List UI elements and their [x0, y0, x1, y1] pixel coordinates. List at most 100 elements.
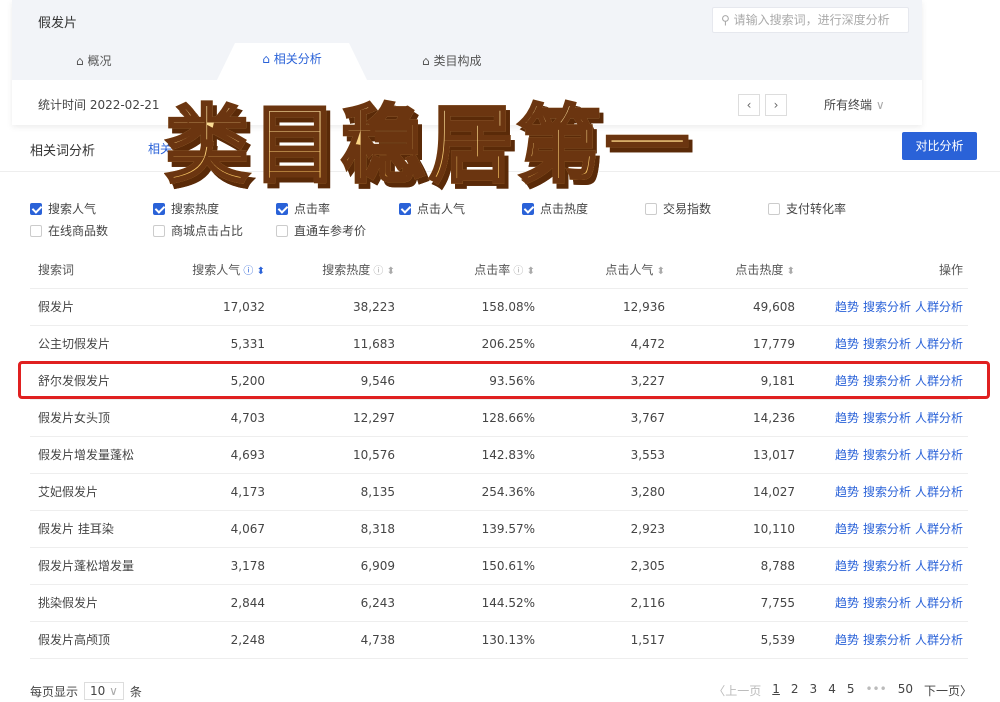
column-header[interactable]: 点击热度 ⬍	[665, 252, 795, 289]
action-link-search-analysis[interactable]: 搜索分析	[863, 374, 911, 388]
action-link-crowd-analysis[interactable]: 人群分析	[915, 522, 963, 536]
action-link-trend[interactable]: 趋势	[835, 374, 859, 388]
prev-page-button[interactable]: 〈上一页	[713, 682, 761, 699]
action-link-search-analysis[interactable]: 搜索分析	[863, 559, 911, 573]
prev-date-button[interactable]: ‹	[738, 94, 760, 116]
column-header-label: 搜索热度	[322, 263, 371, 278]
page-2[interactable]: 2	[791, 682, 799, 699]
search-input[interactable]: ⚲ 请输入搜索词，进行深度分析	[712, 7, 909, 33]
action-link-trend[interactable]: 趋势	[835, 633, 859, 647]
tab-related-analysis[interactable]: ⌂ 相关分析	[217, 43, 367, 80]
action-link-crowd-analysis[interactable]: 人群分析	[915, 300, 963, 314]
action-link-search-analysis[interactable]: 搜索分析	[863, 596, 911, 610]
action-link-trend[interactable]: 趋势	[835, 411, 859, 425]
terminal-select[interactable]: 所有终端 ∨	[824, 96, 885, 113]
column-header[interactable]: 搜索词	[30, 252, 170, 289]
action-link-trend[interactable]: 趋势	[835, 485, 859, 499]
action-link-trend[interactable]: 趋势	[835, 522, 859, 536]
action-link-trend[interactable]: 趋势	[835, 300, 859, 314]
chevron-down-icon: ∨	[109, 684, 118, 698]
action-link-search-analysis[interactable]: 搜索分析	[863, 411, 911, 425]
sort-icon[interactable]: ⓘ ⬍	[240, 266, 265, 277]
action-link-search-analysis[interactable]: 搜索分析	[863, 633, 911, 647]
metric-checkbox[interactable]: 搜索热度	[153, 200, 219, 217]
tab-overview[interactable]: ⌂ 概况	[76, 52, 111, 69]
section-title: 相关词分析	[30, 144, 96, 159]
action-link-search-analysis[interactable]: 搜索分析	[863, 448, 911, 462]
action-link-trend[interactable]: 趋势	[835, 448, 859, 462]
value-cell: 254.36%	[395, 473, 535, 511]
action-link-crowd-analysis[interactable]: 人群分析	[915, 596, 963, 610]
page-4[interactable]: 4	[828, 682, 836, 699]
action-link-trend[interactable]: 趋势	[835, 559, 859, 573]
sort-icon[interactable]: ⓘ ⬍	[370, 266, 395, 277]
checkbox[interactable]	[522, 202, 534, 215]
page-size: 每页显示 10 ∨ 条	[30, 682, 142, 700]
keyword-cell: 艾妃假发片	[30, 473, 170, 511]
column-header[interactable]: 搜索热度 ⓘ ⬍	[265, 252, 395, 289]
sort-icon[interactable]: ⬍	[653, 266, 665, 277]
compare-analysis-button[interactable]: 对比分析	[902, 132, 977, 160]
checkbox[interactable]	[30, 202, 42, 215]
sort-icon[interactable]: ⓘ ⬍	[510, 266, 535, 277]
action-link-crowd-analysis[interactable]: 人群分析	[915, 559, 963, 573]
value-cell: 17,779	[665, 325, 795, 363]
metric-checkbox[interactable]: 点击人气	[399, 200, 465, 217]
page-3[interactable]: 3	[810, 682, 818, 699]
checkbox[interactable]	[276, 224, 288, 237]
checkbox[interactable]	[768, 202, 780, 215]
value-cell: 17,032	[170, 288, 265, 326]
metric-checkbox[interactable]: 在线商品数	[30, 222, 108, 239]
checkbox[interactable]	[399, 202, 411, 215]
value-cell: 10,110	[665, 510, 795, 548]
action-link-crowd-analysis[interactable]: 人群分析	[915, 374, 963, 388]
action-link-search-analysis[interactable]: 搜索分析	[863, 485, 911, 499]
search-icon: ⚲	[721, 13, 734, 27]
checkbox[interactable]	[153, 202, 165, 215]
metric-checkbox[interactable]: 直通车参考价	[276, 222, 366, 239]
actions-cell: 趋势 搜索分析 人群分析	[795, 473, 968, 511]
action-link-crowd-analysis[interactable]: 人群分析	[915, 337, 963, 351]
metric-checkbox[interactable]: 商城点击占比	[153, 222, 243, 239]
action-link-trend[interactable]: 趋势	[835, 337, 859, 351]
action-link-trend[interactable]: 趋势	[835, 596, 859, 610]
checkbox[interactable]	[276, 202, 288, 215]
keyword-cell: 假发片蓬松增发量	[30, 547, 170, 585]
metric-checkbox[interactable]: 支付转化率	[768, 200, 846, 217]
action-link-search-analysis[interactable]: 搜索分析	[863, 300, 911, 314]
value-cell: 4,738	[265, 621, 395, 659]
checkbox[interactable]	[645, 202, 657, 215]
sort-icon[interactable]: ⬍	[783, 266, 795, 277]
value-cell: 10,576	[265, 436, 395, 474]
page-1[interactable]: 1	[772, 682, 780, 699]
action-link-search-analysis[interactable]: 搜索分析	[863, 522, 911, 536]
action-link-crowd-analysis[interactable]: 人群分析	[915, 411, 963, 425]
action-link-search-analysis[interactable]: 搜索分析	[863, 337, 911, 351]
metric-label: 搜索热度	[171, 202, 220, 216]
next-page-button[interactable]: 下一页〉	[924, 682, 972, 699]
column-header[interactable]: 操作	[795, 252, 968, 289]
column-header[interactable]: 点击人气 ⬍	[535, 252, 665, 289]
page-size-select[interactable]: 10 ∨	[84, 682, 124, 700]
column-header[interactable]: 点击率 ⓘ ⬍	[395, 252, 535, 289]
column-header-label: 点击热度	[735, 263, 784, 278]
checkbox[interactable]	[30, 224, 42, 237]
metric-checkbox[interactable]: 搜索人气	[30, 200, 96, 217]
actions-cell: 趋势 搜索分析 人群分析	[795, 325, 968, 363]
column-header[interactable]: 搜索人气 ⓘ ⬍	[170, 252, 265, 289]
keyword-table: 搜索词 搜索人气 ⓘ ⬍ 搜索热度 ⓘ ⬍ 点击率 ⓘ ⬍ 点击人气 ⬍ 点击热度 ⬍ 操作…	[30, 252, 968, 659]
metric-checkbox[interactable]: 点击热度	[522, 200, 588, 217]
table-row: 假发片女头顶 4,703 12,297 128.66% 3,767 14,236 趋势 搜索分…	[30, 399, 968, 437]
next-date-button[interactable]: ›	[765, 94, 787, 116]
action-link-crowd-analysis[interactable]: 人群分析	[915, 633, 963, 647]
action-link-crowd-analysis[interactable]: 人群分析	[915, 448, 963, 462]
action-link-crowd-analysis[interactable]: 人群分析	[915, 485, 963, 499]
tab-category-composition[interactable]: ⌂ 类目构成	[422, 52, 481, 69]
keyword-cell: 假发片女头顶	[30, 399, 170, 437]
page-last[interactable]: 50	[898, 682, 913, 699]
page-5[interactable]: 5	[847, 682, 855, 699]
metric-checkbox[interactable]: 交易指数	[645, 200, 711, 217]
metric-label: 搜索人气	[48, 202, 97, 216]
metric-checkbox[interactable]: 点击率	[276, 200, 330, 217]
checkbox[interactable]	[153, 224, 165, 237]
